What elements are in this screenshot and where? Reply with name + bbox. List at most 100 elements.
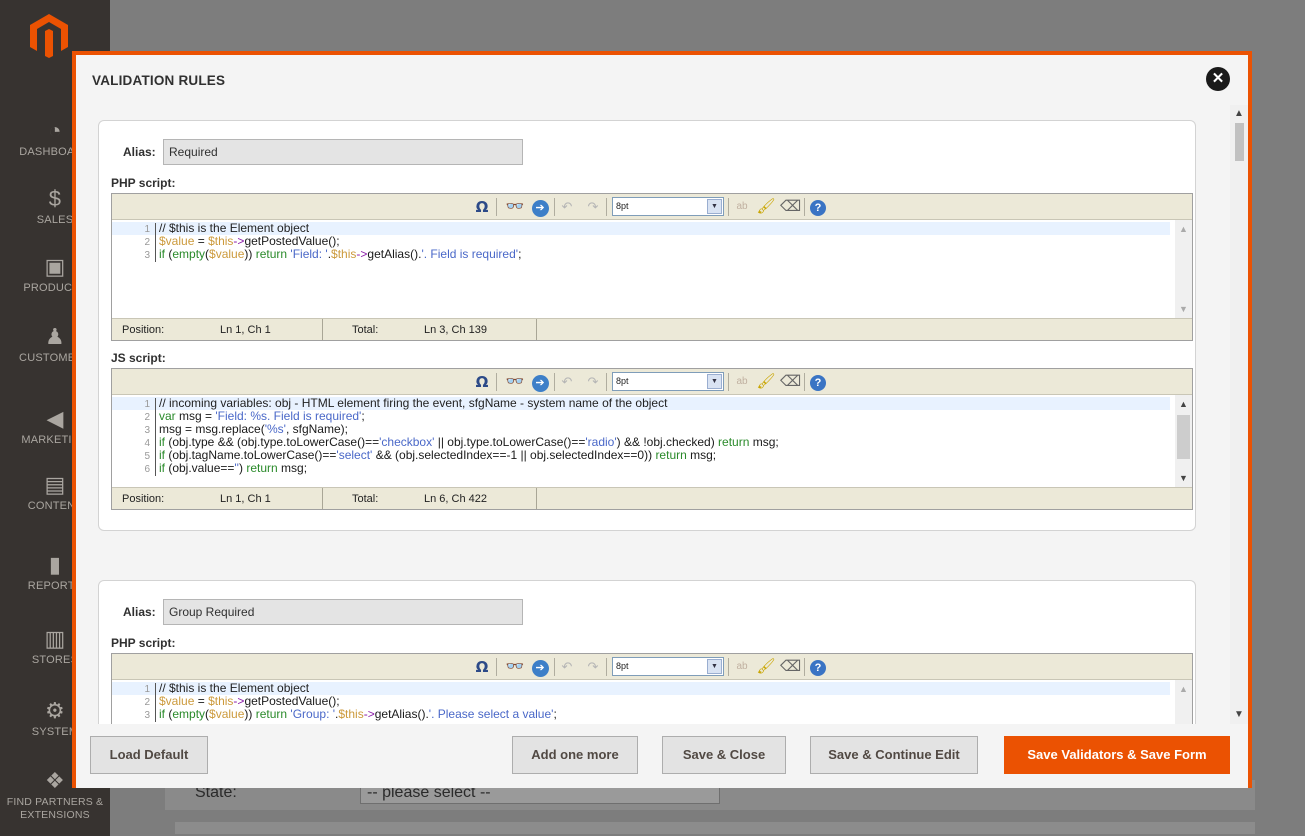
font-size-select[interactable]: 8pt ▼ [612,657,724,676]
highlight-icon[interactable]: 🖌 [756,657,776,677]
redo-icon[interactable]: ↷ [584,657,602,677]
modal-header: VALIDATION RULES ✕ [76,55,1248,105]
total-value: Ln 6, Ch 422 [424,493,487,505]
word-wrap-icon[interactable]: ab [732,657,752,677]
help-icon[interactable]: ? [808,197,828,217]
chevron-down-icon: ▼ [707,199,722,214]
alias-input[interactable]: Group Required [163,599,523,625]
total-value: Ln 3, Ch 139 [424,324,487,336]
find-icon[interactable]: 👓 [504,657,526,677]
code-token: -> [233,694,245,708]
code-token: -> [356,247,368,261]
chevron-down-icon: ▼ [707,659,722,674]
alias-label: Alias: [123,145,156,159]
code-token: (obj.type && (obj.type.toLowerCase()== [165,435,380,449]
undo-icon[interactable]: ↶ [558,657,576,677]
undo-icon[interactable]: ↶ [558,372,576,392]
code-token: (); [328,234,340,248]
code-token: return [255,247,288,261]
modal-title: VALIDATION RULES [92,73,226,88]
code-token: var [159,409,176,423]
position-label: Position: [122,493,165,505]
word-wrap-icon[interactable]: ab [732,197,752,217]
scroll-up-icon[interactable]: ▲ [1230,107,1248,121]
font-size-select[interactable]: 8pt ▼ [612,372,724,391]
code-token: 'select' [336,448,373,462]
help-icon[interactable]: ? [808,657,828,677]
alias-input[interactable]: Required [163,139,523,165]
eraser-icon[interactable]: ⌫ [780,657,801,677]
code-scrollbar[interactable]: ▲ ▼ [1175,220,1192,318]
code-token: ; [361,409,365,423]
code-token: )) [244,247,256,261]
position-label: Position: [122,324,165,336]
code-token: = [194,694,209,708]
editor-toolbar: Ω 👓 ➔ ↶ ↷ 8pt ▼ ab 🖌 ⌫ ? [112,369,1192,395]
code-token: , sfgName); [285,422,348,436]
highlight-icon[interactable]: 🖌 [756,197,776,217]
undo-icon[interactable]: ↶ [558,197,576,217]
background-horizontal-scrollbar [175,822,1255,834]
save-continue-edit-button[interactable]: Save & Continue Edit [810,736,978,774]
save-validators-save-form-button[interactable]: Save Validators & Save Form [1004,736,1230,774]
find-icon[interactable]: 👓 [504,372,526,392]
goto-line-icon[interactable]: ➔ [530,197,550,217]
code-scrollbar[interactable]: ▲ [1175,680,1192,724]
code-token: return [255,707,288,721]
js-script-label: JS script: [111,351,166,365]
help-icon[interactable]: ? [808,372,828,392]
load-default-button[interactable]: Load Default [90,736,208,774]
code-scrollbar[interactable]: ▲ ▼ [1175,395,1192,487]
special-chars-icon[interactable]: Ω [472,372,492,392]
line-number: 6 [112,463,156,476]
php-script-label: PHP script: [111,176,176,190]
code-token: ; [518,247,522,261]
js-editor: Ω 👓 ➔ ↶ ↷ 8pt ▼ ab 🖌 ⌫ ? 1 // incoming v… [111,368,1193,510]
special-chars-icon[interactable]: Ω [472,657,492,677]
eraser-icon[interactable]: ⌫ [780,372,801,392]
redo-icon[interactable]: ↷ [584,372,602,392]
special-chars-icon[interactable]: Ω [472,197,492,217]
code-token: $this [208,234,234,248]
magento-logo [30,14,68,58]
code-area[interactable]: 1// $this is the Element object 2 $value =… [112,680,1192,724]
code-token: $value [159,694,195,708]
eraser-icon[interactable]: ⌫ [780,197,801,217]
goto-line-icon[interactable]: ➔ [530,657,550,677]
find-icon[interactable]: 👓 [504,197,526,217]
modal-footer: Load Default Add one more Save & Close S… [76,724,1248,788]
code-area[interactable]: 1// incoming variables: obj - HTML eleme… [112,395,1192,487]
code-area[interactable]: 1// $this is the Element object 2 $value =… [112,220,1192,318]
code-token: (). [417,707,429,721]
save-close-button[interactable]: Save & Close [662,736,786,774]
code-token: msg; [749,435,779,449]
word-wrap-icon[interactable]: ab [732,372,752,392]
close-icon[interactable]: ✕ [1206,67,1230,91]
add-one-more-button[interactable]: Add one more [512,736,638,774]
code-line: 3 if (empty($value)) return 'Group: '.$th… [112,707,557,722]
position-value: Ln 1, Ch 1 [220,324,271,336]
code-token: msg = [175,409,216,423]
rule-panel: Alias: Group Required PHP script: Ω 👓 ➔ … [98,580,1196,724]
font-size-select[interactable]: 8pt ▼ [612,197,724,216]
code-token: empty [172,707,206,721]
code-token: (); [328,694,340,708]
redo-icon[interactable]: ↷ [584,197,602,217]
goto-line-icon[interactable]: ➔ [530,372,550,392]
code-token: return [718,435,750,449]
code-token: 'Field: ' [287,247,328,261]
code-token: $value [209,707,245,721]
code-token: ; [553,707,557,721]
modal-scrollbar[interactable]: ▲ ▼ [1230,105,1248,724]
code-token: ) && !obj.checked) [616,435,719,449]
code-token: )) [244,707,256,721]
code-token: $value [159,234,195,248]
code-token: empty [172,247,206,261]
code-token: = [194,234,209,248]
total-label: Total: [352,493,379,505]
scroll-down-icon[interactable]: ▼ [1230,708,1248,722]
editor-toolbar: Ω 👓 ➔ ↶ ↷ 8pt ▼ ab 🖌 ⌫ ? [112,194,1192,220]
highlight-icon[interactable]: 🖌 [756,372,776,392]
code-token: $this [331,247,357,261]
code-token: $value [209,247,245,261]
